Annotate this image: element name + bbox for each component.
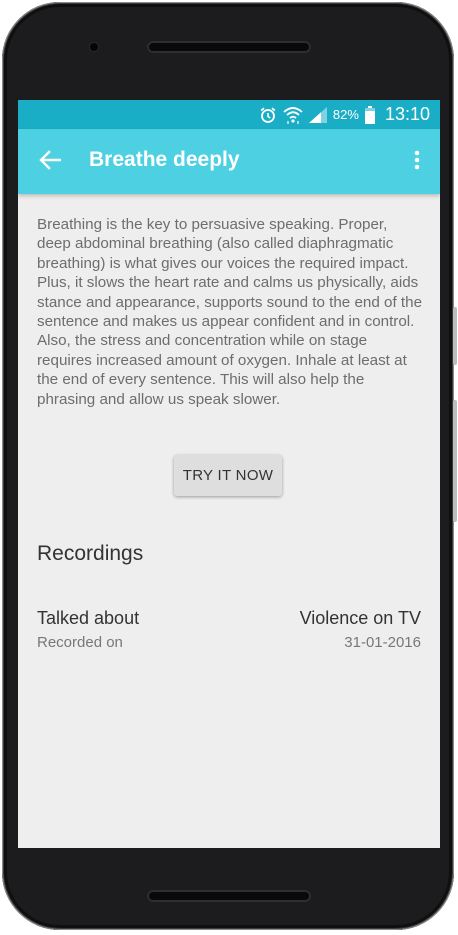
- try-it-now-button[interactable]: TRY IT NOW: [174, 455, 282, 496]
- front-camera: [90, 43, 98, 51]
- battery-icon: [364, 105, 375, 124]
- recording-date-label: Recorded on: [37, 634, 123, 651]
- bottom-speaker: [147, 890, 311, 902]
- recording-topic-label: Talked about: [37, 608, 140, 628]
- arrow-back-icon: [39, 150, 62, 174]
- volume-button: [453, 400, 457, 522]
- exercise-description: Breathing is the key to persuasive speak…: [37, 216, 423, 408]
- status-bar: 82% 13:10: [18, 100, 440, 129]
- back-button[interactable]: [32, 145, 68, 179]
- status-clock: 13:10: [384, 104, 430, 124]
- recording-date-value: 31-01-2016: [344, 634, 421, 651]
- status-icons: 82% 13:10: [259, 100, 430, 129]
- power-button: [453, 307, 457, 365]
- alarm-icon: [259, 106, 277, 124]
- app-bar: Breathe deeply: [18, 129, 440, 194]
- recording-item[interactable]: Talked about Violence on TV Recorded on …: [37, 606, 421, 656]
- earpiece-speaker: [147, 41, 311, 53]
- wifi-icon: [283, 106, 303, 124]
- recording-topic-value: Violence on TV: [299, 608, 421, 628]
- overflow-menu-button[interactable]: [408, 146, 426, 178]
- phone-frame: 82% 13:10 Breathe deeply Breathing is th…: [2, 2, 457, 930]
- more-vert-icon: [414, 150, 420, 174]
- page-title: Breathe deeply: [89, 148, 240, 171]
- screen: 82% 13:10 Breathe deeply Breathing is th…: [18, 100, 440, 848]
- recordings-heading: Recordings: [37, 542, 144, 565]
- battery-percent: 82%: [332, 107, 359, 122]
- signal-icon: [308, 106, 327, 123]
